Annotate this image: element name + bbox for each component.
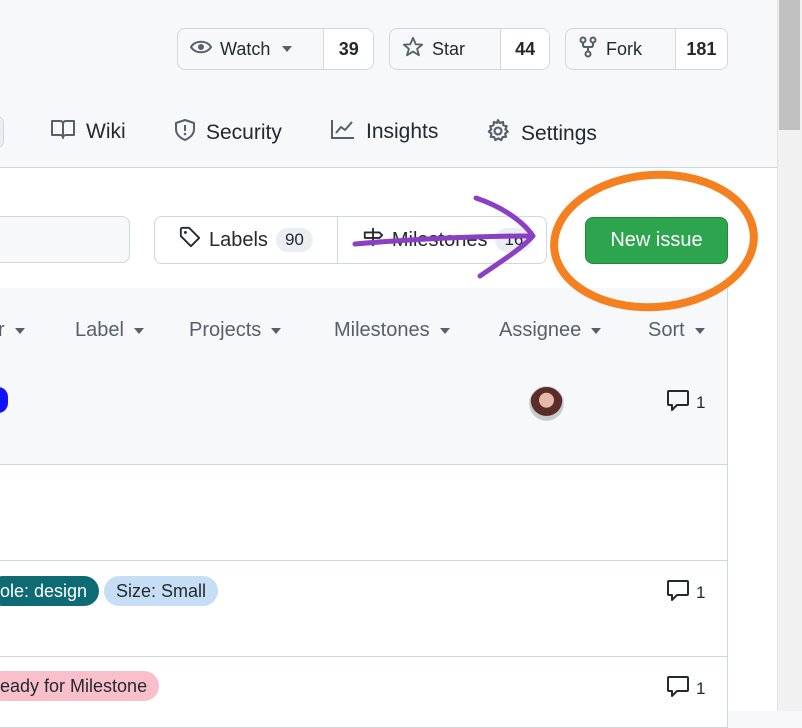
chevron-down-icon xyxy=(271,327,282,334)
tab-wiki[interactable]: Wiki xyxy=(50,118,126,146)
filter-label-text: Sort xyxy=(648,319,685,341)
labels-milestones-group: Labels 90 Milestones 16 xyxy=(154,216,547,264)
chevron-down-icon xyxy=(439,327,450,334)
comment-count[interactable]: 1 xyxy=(666,579,705,606)
shield-icon xyxy=(174,118,196,148)
chevron-down-icon xyxy=(694,327,705,334)
filter-label: r xyxy=(0,319,5,341)
issue-row[interactable]: 1 xyxy=(0,369,728,465)
filter-label-text: Assignee xyxy=(499,319,582,341)
chevron-down-icon xyxy=(133,327,144,334)
chevron-down-icon xyxy=(591,327,602,334)
star-icon xyxy=(402,36,424,63)
label-size-small[interactable]: Size: Small xyxy=(104,576,219,606)
watch-count[interactable]: 39 xyxy=(324,29,373,69)
tab-insights[interactable]: Insights xyxy=(330,118,438,146)
star-button-group: Star 44 xyxy=(389,28,550,70)
filter-milestones[interactable]: Milestones xyxy=(334,319,450,342)
watch-label: Watch xyxy=(220,38,271,59)
star-count[interactable]: 44 xyxy=(501,29,549,69)
labels-label: Labels xyxy=(209,228,268,251)
scrollbar-thumb[interactable] xyxy=(779,0,800,130)
label-design[interactable]: ole: design xyxy=(0,576,100,606)
comment-icon xyxy=(666,675,690,702)
tab-security[interactable]: Security xyxy=(174,118,282,148)
milestone-icon xyxy=(362,226,384,254)
comment-icon xyxy=(666,579,690,606)
chevron-down-icon xyxy=(14,327,25,334)
comment-count[interactable]: 1 xyxy=(666,675,705,702)
watch-button-group: Watch 39 xyxy=(177,28,374,70)
comment-count[interactable]: 1 xyxy=(666,389,705,416)
book-icon xyxy=(50,118,76,146)
fork-button-group: Fork 181 xyxy=(565,28,728,70)
tab-label: Settings xyxy=(521,122,597,145)
comment-icon xyxy=(666,389,690,416)
issue-row[interactable] xyxy=(0,465,728,561)
issues-list-header: r Label Projects Milestones Assignee Sor… xyxy=(0,288,728,370)
fork-button[interactable]: Fork xyxy=(566,29,676,69)
milestones-count: 16 xyxy=(495,228,533,252)
filter-label-text: Milestones xyxy=(334,319,430,341)
chevron-down-icon xyxy=(282,46,293,52)
gear-icon xyxy=(485,118,511,150)
tab-counter-partial xyxy=(0,116,4,148)
fork-icon xyxy=(578,36,598,63)
filter-author[interactable]: r xyxy=(0,319,25,342)
new-issue-button[interactable]: New issue xyxy=(585,217,728,264)
fork-count[interactable]: 181 xyxy=(675,29,727,69)
graph-icon xyxy=(330,118,356,146)
comment-count-text: 1 xyxy=(696,678,706,698)
comment-count-text: 1 xyxy=(696,392,706,412)
issue-row[interactable]: eady for Milestone 1 xyxy=(0,657,728,717)
filter-label-text: Projects xyxy=(189,319,262,341)
eye-icon xyxy=(189,39,213,60)
issues-search-input[interactable] xyxy=(0,216,130,263)
milestones-label: Milestones xyxy=(391,228,488,251)
tab-label: Security xyxy=(206,121,282,144)
filter-assignee[interactable]: Assignee xyxy=(499,319,602,342)
star-button[interactable]: Star xyxy=(390,29,502,69)
fork-label: Fork xyxy=(606,38,642,59)
tag-icon xyxy=(179,226,201,254)
label-chip-partial[interactable] xyxy=(0,387,8,413)
filter-sort[interactable]: Sort xyxy=(648,319,705,342)
filter-projects[interactable]: Projects xyxy=(189,319,282,342)
tab-label: Insights xyxy=(366,120,439,143)
issue-row[interactable]: ole: design Size: Small 1 xyxy=(0,561,728,657)
tab-label: Wiki xyxy=(86,120,126,143)
comment-count-text: 1 xyxy=(696,582,706,602)
filter-label[interactable]: Label xyxy=(75,319,144,342)
filter-label-text: Label xyxy=(75,319,124,341)
watch-button[interactable]: Watch xyxy=(178,29,325,69)
avatar[interactable] xyxy=(529,386,564,421)
labels-count: 90 xyxy=(275,228,313,252)
labels-button[interactable]: Labels 90 xyxy=(155,217,337,263)
star-label: Star xyxy=(432,38,466,59)
milestones-button[interactable]: Milestones 16 xyxy=(336,217,546,263)
tab-settings[interactable]: Settings xyxy=(485,118,597,150)
label-ready-for-milestone[interactable]: eady for Milestone xyxy=(0,671,160,701)
